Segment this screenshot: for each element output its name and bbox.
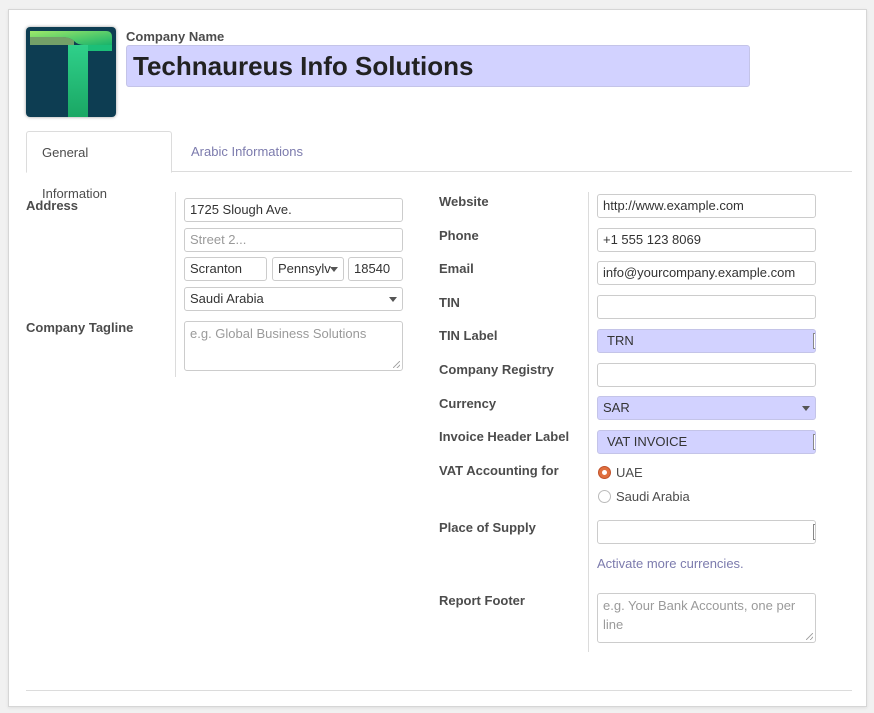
chevron-down-icon <box>389 297 397 302</box>
tin-label-value: TRN <box>607 333 634 348</box>
bottom-divider <box>26 690 852 691</box>
tin-label-label: TIN Label <box>439 328 498 343</box>
select-arrow-icon <box>813 524 815 540</box>
vat-radio-uae[interactable] <box>598 466 611 479</box>
report-footer-label: Report Footer <box>439 593 525 608</box>
tin-input[interactable] <box>597 295 816 319</box>
company-registry-label: Company Registry <box>439 362 554 377</box>
tab-general-information[interactable]: General Information <box>26 131 172 201</box>
resize-handle-icon[interactable] <box>806 633 813 640</box>
tin-label-select[interactable]: TRN <box>597 329 816 353</box>
company-name-input[interactable]: Technaureus Info Solutions <box>126 45 750 87</box>
place-of-supply-label: Place of Supply <box>439 520 536 535</box>
activate-currencies-link[interactable]: Activate more currencies. <box>597 556 744 571</box>
email-label: Email <box>439 261 474 276</box>
street-input[interactable]: 1725 Slough Ave. <box>184 198 403 222</box>
company-logo[interactable] <box>26 27 116 117</box>
tab-arabic-informations[interactable]: Arabic Informations <box>176 131 318 172</box>
state-select[interactable]: Pennsylv <box>272 257 344 281</box>
vat-accounting-label: VAT Accounting for <box>439 463 559 478</box>
invoice-header-select[interactable]: VAT INVOICE <box>597 430 816 454</box>
phone-input[interactable]: +1 555 123 8069 <box>597 228 816 252</box>
report-footer-placeholder: e.g. Your Bank Accounts, one per line <box>603 598 796 632</box>
invoice-header-value: VAT INVOICE <box>607 434 688 449</box>
company-registry-input[interactable] <box>597 363 816 387</box>
vat-radio-saudi-arabia[interactable] <box>598 490 611 503</box>
website-input[interactable]: http://www.example.com <box>597 194 816 218</box>
country-select[interactable]: Saudi Arabia <box>184 287 403 311</box>
chevron-down-icon <box>802 406 810 411</box>
email-input[interactable]: info@yourcompany.example.com <box>597 261 816 285</box>
company-tagline-label: Company Tagline <box>26 320 134 335</box>
invoice-header-label: Invoice Header Label <box>439 429 570 444</box>
company-tagline-input[interactable]: e.g. Global Business Solutions <box>184 321 403 371</box>
select-arrow-icon <box>813 434 815 450</box>
tagline-placeholder: e.g. Global Business Solutions <box>190 326 367 341</box>
phone-label: Phone <box>439 228 479 243</box>
place-of-supply-select[interactable] <box>597 520 816 544</box>
state-value: Pennsylv <box>278 261 331 276</box>
currency-value: SAR <box>603 400 630 415</box>
left-column-divider <box>175 192 176 377</box>
resize-handle-icon[interactable] <box>393 361 400 368</box>
address-label: Address <box>26 198 79 213</box>
vat-option-saudi-arabia-label: Saudi Arabia <box>616 489 690 504</box>
tin-label: TIN <box>439 295 460 310</box>
select-arrow-icon <box>813 333 815 349</box>
currency-label: Currency <box>439 396 497 411</box>
zip-input[interactable]: 18540 <box>348 257 403 281</box>
chevron-down-icon <box>330 267 338 272</box>
report-footer-input[interactable]: e.g. Your Bank Accounts, one per line <box>597 593 816 643</box>
city-input[interactable]: Scranton <box>184 257 267 281</box>
country-value: Saudi Arabia <box>190 291 264 306</box>
street2-input[interactable]: Street 2... <box>184 228 403 252</box>
company-logo-icon <box>26 27 116 117</box>
right-column-divider <box>588 192 589 652</box>
company-form-sheet: Company Name Technaureus Info Solutions … <box>8 9 867 707</box>
website-label: Website <box>439 194 489 209</box>
currency-select[interactable]: SAR <box>597 396 816 420</box>
vat-option-uae-label: UAE <box>616 465 643 480</box>
company-name-label: Company Name <box>126 29 225 44</box>
form-tabs: General Information Arabic Informations <box>26 131 852 201</box>
